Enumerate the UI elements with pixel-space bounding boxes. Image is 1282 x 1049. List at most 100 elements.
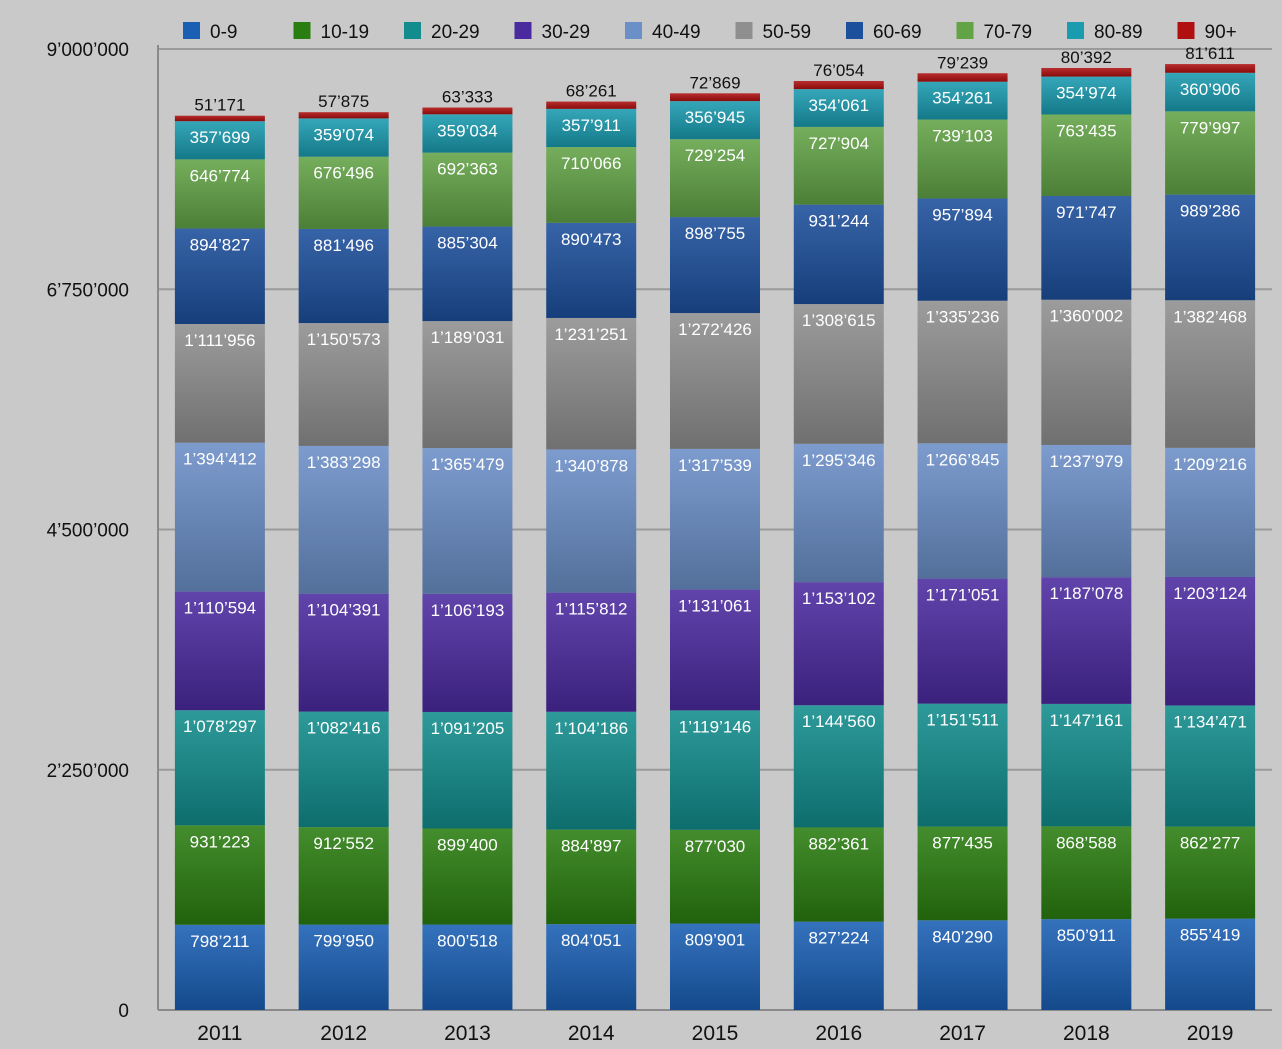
data-label: 1’147’161: [1049, 711, 1123, 730]
data-label: 1’237’979: [1049, 452, 1123, 471]
data-label: 1’131’061: [678, 597, 752, 616]
data-label: 1’335’236: [926, 308, 1000, 327]
x-tick-label: 2011: [197, 1022, 242, 1044]
legend-item[interactable]: 70-79: [956, 22, 1033, 43]
bar-segment[interactable]: [1041, 67, 1132, 77]
legend-item[interactable]: 30-29: [514, 22, 591, 43]
data-label: 840’290: [932, 927, 993, 946]
data-label: 1’317’539: [678, 456, 752, 475]
legend-swatch: [1177, 22, 1195, 39]
legend-label: 60-69: [873, 22, 922, 43]
data-label: 356’945: [685, 108, 746, 127]
data-label: 1’360’002: [1049, 307, 1123, 326]
data-label: 360’906: [1180, 80, 1241, 99]
data-label: 354’261: [932, 89, 993, 108]
data-label: 1’144’560: [802, 712, 876, 731]
legend: 0-9 10-19 20-29 30-29 40-49 50-59 60-69 70-79 80…: [183, 22, 1237, 43]
bar-segment[interactable]: [793, 80, 884, 90]
data-label: 354’974: [1056, 84, 1117, 103]
data-label: 359’074: [313, 125, 374, 144]
bar-segment[interactable]: [546, 101, 637, 109]
bar-segment[interactable]: [174, 115, 265, 122]
data-label: 804’051: [561, 931, 622, 950]
data-label: 1’082’416: [307, 719, 381, 738]
data-label: 971’747: [1056, 203, 1117, 222]
legend-swatch: [514, 22, 532, 39]
legend-item[interactable]: 80-89: [1067, 22, 1143, 43]
data-label: 692’363: [437, 160, 498, 179]
y-tick-label: 6’750’000: [47, 280, 129, 301]
legend-label: 90+: [1205, 22, 1237, 43]
data-label: 862’277: [1180, 834, 1241, 853]
stacked-bar-chart: 0 2’250’000 4’500’000 6’750’000 9’000’000 798…: [0, 0, 1282, 1045]
data-label: 357’911: [562, 116, 621, 135]
bar-segment[interactable]: [1165, 64, 1256, 73]
data-label: 931’244: [809, 212, 870, 231]
data-label: 931’223: [190, 832, 251, 851]
data-label: 1’272’426: [678, 320, 752, 339]
legend-label: 0-9: [210, 22, 237, 43]
legend-item[interactable]: 40-49: [625, 22, 701, 43]
legend-swatch: [1067, 22, 1084, 39]
bar-segment[interactable]: [917, 73, 1008, 82]
data-label: 1’104’186: [554, 719, 628, 738]
data-label: 1’365’479: [431, 455, 505, 474]
data-label: 800’518: [437, 932, 498, 951]
data-label: 798’211: [190, 932, 249, 951]
legend-item[interactable]: 0-9: [183, 22, 237, 43]
data-label: 63’333: [442, 88, 493, 107]
bar-segment[interactable]: [298, 112, 389, 119]
data-label: 1’119’146: [679, 717, 751, 736]
data-label: 1’091’205: [431, 719, 505, 738]
data-label: 1’110’594: [184, 599, 256, 618]
legend-item[interactable]: 60-69: [846, 22, 922, 43]
data-label: 1’106’193: [431, 601, 505, 620]
legend-label: 70-79: [984, 22, 1033, 43]
data-label: 1’153’102: [802, 589, 876, 608]
data-label: 676’496: [313, 164, 374, 183]
data-label: 57’875: [318, 92, 369, 111]
bar-segment[interactable]: [670, 93, 760, 102]
data-label: 1’266’845: [926, 450, 1000, 469]
data-label: 877’435: [932, 834, 993, 853]
data-label: 1’231’251: [554, 325, 628, 344]
legend-swatch: [404, 22, 421, 39]
data-label: 877’030: [685, 837, 746, 856]
x-tick-label: 2013: [444, 1022, 491, 1044]
data-label: 1’382’468: [1173, 307, 1247, 326]
legend-swatch: [293, 22, 311, 39]
data-label: 899’400: [437, 835, 498, 854]
legend-item[interactable]: 90+: [1177, 22, 1237, 43]
data-label: 799’950: [313, 932, 374, 951]
data-label: 1’203’124: [1173, 584, 1247, 603]
data-label: 881’496: [313, 236, 374, 255]
legend-label: 20-29: [431, 22, 480, 43]
data-label: 1’111’956: [184, 331, 255, 350]
data-label: 763’435: [1056, 121, 1117, 140]
x-tick-label: 2014: [568, 1022, 615, 1044]
x-tick-label: 2012: [320, 1022, 367, 1044]
data-label: 1’187’078: [1049, 584, 1123, 603]
data-label: 882’361: [809, 834, 870, 853]
data-label: 72’869: [689, 73, 740, 92]
legend-swatch: [183, 22, 200, 39]
data-label: 1’150’573: [307, 330, 381, 349]
data-label: 68’261: [566, 82, 617, 101]
legend-label: 50-59: [763, 22, 812, 43]
data-label: 357’699: [190, 128, 251, 147]
data-label: 827’224: [809, 929, 870, 948]
legend-swatch: [846, 22, 863, 39]
x-tick-label: 2016: [815, 1022, 862, 1044]
x-tick-label: 2019: [1187, 1022, 1234, 1044]
data-label: 1’394’412: [183, 450, 257, 469]
legend-item[interactable]: 20-29: [404, 22, 480, 43]
legend-item[interactable]: 50-59: [735, 22, 812, 43]
data-label: 359’034: [437, 121, 498, 140]
legend-item[interactable]: 10-19: [293, 22, 370, 43]
legend-swatch: [956, 22, 974, 39]
y-tick-label: 4’500’000: [47, 521, 129, 542]
bar-segment[interactable]: [422, 107, 513, 115]
y-tick-labels: 0 2’250’000 4’500’000 6’750’000 9’000’000: [47, 40, 129, 1022]
data-label: 354’061: [809, 96, 870, 115]
data-label: 81’611: [1185, 44, 1235, 63]
